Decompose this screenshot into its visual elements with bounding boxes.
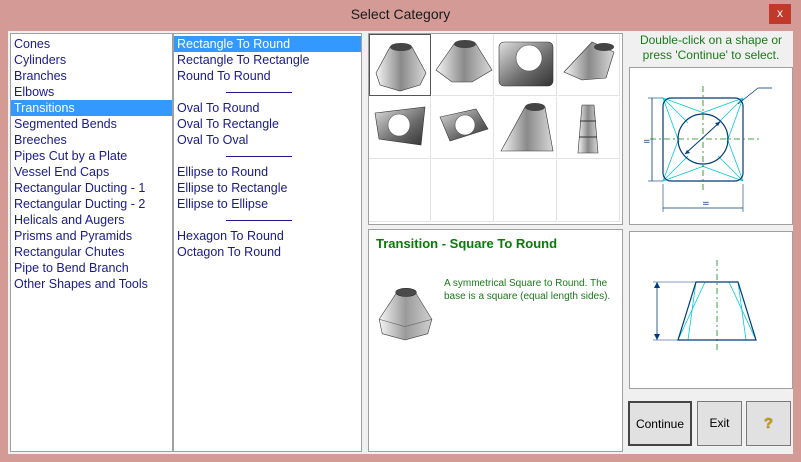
empty-shape-cell xyxy=(558,160,620,222)
exit-button[interactable]: Exit xyxy=(697,401,742,446)
subtype-item-ellipse-to-rectangle[interactable]: Ellipse to Rectangle xyxy=(174,180,361,196)
description-title: Transition - Square To Round xyxy=(376,236,558,251)
stacked-transition-icon[interactable] xyxy=(558,97,620,159)
subtype-item-oval-to-round[interactable]: Oval To Round xyxy=(174,100,361,116)
category-item-helicals-and-augers[interactable]: Helicals and Augers xyxy=(11,212,172,228)
subtype-item-round-to-round[interactable]: Round To Round xyxy=(174,68,361,84)
subtype-item-rectangle-to-round[interactable]: Rectangle To Round xyxy=(174,36,361,52)
category-item-branches[interactable]: Branches xyxy=(11,68,172,84)
category-item-elbows[interactable]: Elbows xyxy=(11,84,172,100)
hint-text: Double-click on a shape or press 'Contin… xyxy=(639,33,783,62)
exit-label: Exit xyxy=(709,416,730,430)
category-item-prisms-and-pyramids[interactable]: Prisms and Pyramids xyxy=(11,228,172,244)
category-item-transitions[interactable]: Transitions xyxy=(11,100,172,116)
subtype-item-octagon-to-round[interactable]: Octagon To Round xyxy=(174,244,361,260)
empty-shape-cell xyxy=(432,160,494,222)
continue-label: Continue xyxy=(635,417,685,431)
title-bar: Select Category x xyxy=(0,0,801,30)
description-shape-icon xyxy=(378,288,433,341)
shape-grid[interactable] xyxy=(368,33,623,225)
offset-transition-icon[interactable] xyxy=(558,34,620,96)
category-item-vessel-end-caps[interactable]: Vessel End Caps xyxy=(11,164,172,180)
subtype-separator xyxy=(174,212,361,228)
rect-to-round-icon[interactable] xyxy=(432,34,494,96)
category-item-pipe-to-bend-branch[interactable]: Pipe to Bend Branch xyxy=(11,260,172,276)
square-to-round-icon[interactable] xyxy=(369,34,431,96)
description-panel: Transition - Square To Round A symmetric… xyxy=(368,229,623,452)
category-item-rectangular-ducting-2[interactable]: Rectangular Ducting - 2 xyxy=(11,196,172,212)
rect-to-rect-icon[interactable] xyxy=(495,34,557,96)
category-item-cones[interactable]: Cones xyxy=(11,36,172,52)
category-item-rectangular-ducting-1[interactable]: Rectangular Ducting - 1 xyxy=(11,180,172,196)
subtype-separator xyxy=(174,148,361,164)
category-item-other-shapes-and-tools[interactable]: Other Shapes and Tools xyxy=(11,276,172,292)
oval-to-round-icon[interactable] xyxy=(369,97,431,159)
window-title: Select Category xyxy=(350,6,451,22)
empty-shape-cell xyxy=(495,160,557,222)
category-item-cylinders[interactable]: Cylinders xyxy=(11,52,172,68)
elevation-view-preview xyxy=(629,231,793,389)
subtype-item-hexagon-to-round[interactable]: Hexagon To Round xyxy=(174,228,361,244)
category-item-segmented-bends[interactable]: Segmented Bends xyxy=(11,116,172,132)
category-item-pipes-cut-by-a-plate[interactable]: Pipes Cut by a Plate xyxy=(11,148,172,164)
height-equal-label: = xyxy=(643,137,651,147)
subtype-separator xyxy=(174,84,361,100)
subtype-item-rectangle-to-rectangle[interactable]: Rectangle To Rectangle xyxy=(174,52,361,68)
oval-to-rect-icon[interactable] xyxy=(432,97,494,159)
empty-shape-cell xyxy=(369,160,431,222)
subtype-list[interactable]: Rectangle To Round Rectangle To Rectangle… xyxy=(173,33,362,452)
category-item-breeches[interactable]: Breeches xyxy=(11,132,172,148)
subtype-item-oval-to-rectangle[interactable]: Oval To Rectangle xyxy=(174,116,361,132)
description-text: A symmetrical Square to Round. The base … xyxy=(444,278,611,302)
subtype-item-ellipse-to-ellipse[interactable]: Ellipse to Ellipse xyxy=(174,196,361,212)
category-item-rectangular-chutes[interactable]: Rectangular Chutes xyxy=(11,244,172,260)
close-button[interactable]: x xyxy=(769,4,791,24)
help-icon: ? xyxy=(763,415,774,432)
subtype-item-ellipse-to-round[interactable]: Ellipse to Round xyxy=(174,164,361,180)
dialog-body: Cones Cylinders Branches Elbows Transitions S… xyxy=(8,31,793,454)
help-button[interactable]: ? xyxy=(746,401,791,446)
width-equal-label: = xyxy=(702,199,710,209)
continue-button[interactable]: Continue xyxy=(628,401,692,446)
subtype-item-oval-to-oval[interactable]: Oval To Oval xyxy=(174,132,361,148)
plan-view-preview: = = xyxy=(629,67,793,225)
category-list[interactable]: Cones Cylinders Branches Elbows Transitions S… xyxy=(10,33,173,452)
round-to-round-icon[interactable] xyxy=(495,97,557,159)
